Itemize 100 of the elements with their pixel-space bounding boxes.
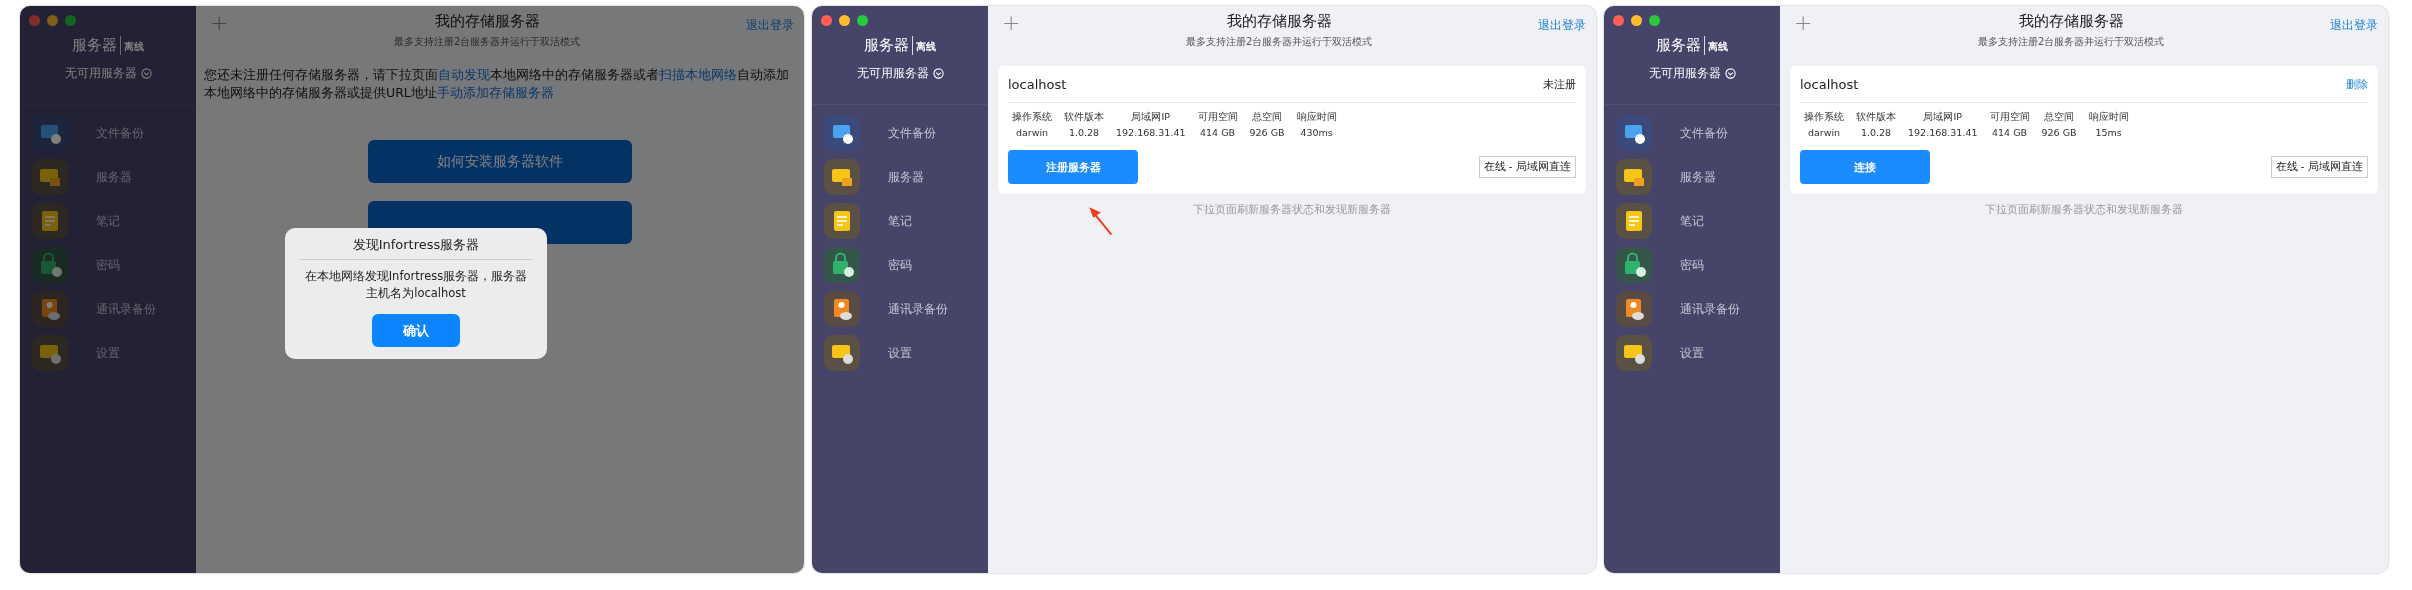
minimize-icon[interactable] [1631,15,1642,26]
page-subtitle: 最多支持注册2台服务器并运行于双活模式 [1978,35,2165,49]
inline-link[interactable]: 手动添加存储服务器 [436,85,554,100]
minimize-icon[interactable] [839,15,850,26]
server-picker[interactable]: 无可用服务器 [1648,65,1736,82]
page-subtitle: 最多支持注册2台服务器并运行于双活模式 [1186,35,1373,49]
stat-value: darwin [1807,127,1841,138]
sidebar-item[interactable]: 通讯录备份 [96,300,156,318]
sidebar-item[interactable]: 服务器 [96,168,132,186]
add-icon[interactable]: + [1794,12,1813,34]
stat-value: 192.168.31.41 [1116,127,1186,138]
server-picker[interactable]: 无可用服务器 [64,65,152,82]
sidebar-item[interactable]: 密码 [888,256,912,274]
note-icon[interactable] [1616,203,1652,239]
contacts-icon[interactable] [824,291,860,327]
status-tag: 在线 - 局域网直连 [1478,156,1576,178]
sidebar-title: 服务器 [72,36,121,55]
password-icon[interactable] [824,247,860,283]
server-icon[interactable] [824,159,860,195]
logout-link[interactable]: 退出登录 [1538,17,1586,34]
page-title: 我的存储服务器 [434,12,540,31]
file-icon[interactable] [824,115,860,151]
refresh-hint: 下拉页面刷新服务器状态和发现新服务器 [1985,202,2183,217]
close-icon[interactable] [1613,15,1624,26]
registration-status: 未注册 [1543,76,1576,92]
password-icon[interactable] [1616,247,1652,283]
inline-link[interactable]: 自动发现 [438,67,490,82]
stat-value: 15ms [2095,127,2122,138]
stat-value: 926 GB [1249,127,1285,138]
stat-label: 局域网IP [1923,111,1962,124]
note-icon[interactable] [824,203,860,239]
stat-label: 操作系统 [1012,111,1052,124]
note-icon[interactable] [32,203,68,239]
inline-link[interactable]: 扫描本地网络 [659,67,737,82]
stat-label: 响应时间 [2088,111,2129,124]
refresh-hint: 下拉页面刷新服务器状态和发现新服务器 [1193,202,1391,217]
contacts-icon[interactable] [32,291,68,327]
contacts-icon[interactable] [1616,291,1652,327]
confirm-button[interactable]: 确认 [372,314,460,347]
stat-label: 总空间 [1252,111,1283,124]
stat-value: 414 GB [1992,127,2028,138]
settings-icon[interactable] [1616,335,1652,371]
connection-status: 离线 [1707,40,1728,54]
password-icon[interactable] [32,247,68,283]
file-icon[interactable] [1616,115,1652,151]
logout-link[interactable]: 退出登录 [2330,17,2378,34]
chevron-down-icon [140,68,152,79]
sidebar-item[interactable]: 文件备份 [96,124,144,142]
sidebar-item[interactable]: 笔记 [1680,212,1704,230]
stat-label: 软件版本 [1856,111,1896,124]
connection-status: 离线 [123,40,144,54]
delete-link[interactable]: 删除 [2346,76,2368,92]
stat-label: 软件版本 [1064,111,1104,124]
stat-value: 414 GB [1200,127,1236,138]
sidebar-item[interactable]: 笔记 [888,212,912,230]
chevron-down-icon [1724,68,1736,79]
sidebar-item[interactable]: 文件备份 [888,124,936,142]
dialog-title: 发现Infortress服务器 [299,236,533,260]
sidebar-item[interactable]: 服务器 [888,168,924,186]
sidebar-item[interactable]: 笔记 [96,212,120,230]
sidebar-item[interactable]: 通讯录备份 [888,300,948,318]
file-icon[interactable] [32,115,68,151]
settings-icon[interactable] [824,335,860,371]
logout-link[interactable]: 退出登录 [746,17,794,34]
sidebar-item[interactable]: 文件备份 [1680,124,1728,142]
host-name: localhost [1800,76,1859,92]
connection-status: 离线 [915,40,936,54]
server-icon[interactable] [32,159,68,195]
sidebar-item[interactable]: 设置 [1680,344,1704,362]
stat-value: 430ms [1300,127,1333,138]
sidebar-item[interactable]: 设置 [888,344,912,362]
stat-label: 总空间 [2044,111,2075,124]
stat-value: 926 GB [2041,127,2077,138]
sidebar-title: 服务器 [1656,36,1705,55]
minimize-icon[interactable] [47,15,58,26]
stat-label: 局域网IP [1131,111,1170,124]
zoom-icon[interactable] [857,15,868,26]
stat-label: 可用空间 [1989,111,2030,124]
stat-value: darwin [1015,127,1049,138]
action-button[interactable]: 如何安装服务器软件 [368,140,632,183]
page-title: 我的存储服务器 [1226,12,1332,31]
server-icon[interactable] [1616,159,1652,195]
add-icon[interactable]: + [1002,12,1021,34]
sidebar-item[interactable]: 服务器 [1680,168,1716,186]
primary-button[interactable]: 注册服务器 [1008,150,1138,184]
server-picker[interactable]: 无可用服务器 [856,65,944,82]
sidebar-item[interactable]: 密码 [96,256,120,274]
empty-message: 您还未注册任何存储服务器，请下拉页面自动发现本地网络中的存储服务器或者扫描本地网络自动添加本地网络中的存储服务器或提供URL地址手动添加存储服务器 [204,66,790,102]
host-name: localhost [1008,76,1067,92]
dialog-message: 在本地网络发现Infortress服务器，服务器主机名为localhost [303,268,529,302]
sidebar-item[interactable]: 通讯录备份 [1680,300,1740,318]
settings-icon[interactable] [32,335,68,371]
add-icon[interactable]: + [210,12,229,34]
stat-value: 1.0.28 [1860,127,1892,138]
page-subtitle: 最多支持注册2台服务器并运行于双活模式 [394,35,581,49]
sidebar-item[interactable]: 密码 [1680,256,1704,274]
primary-button[interactable]: 连接 [1800,150,1930,184]
zoom-icon[interactable] [1649,15,1660,26]
close-icon[interactable] [821,15,832,26]
stat-label: 可用空间 [1197,111,1238,124]
